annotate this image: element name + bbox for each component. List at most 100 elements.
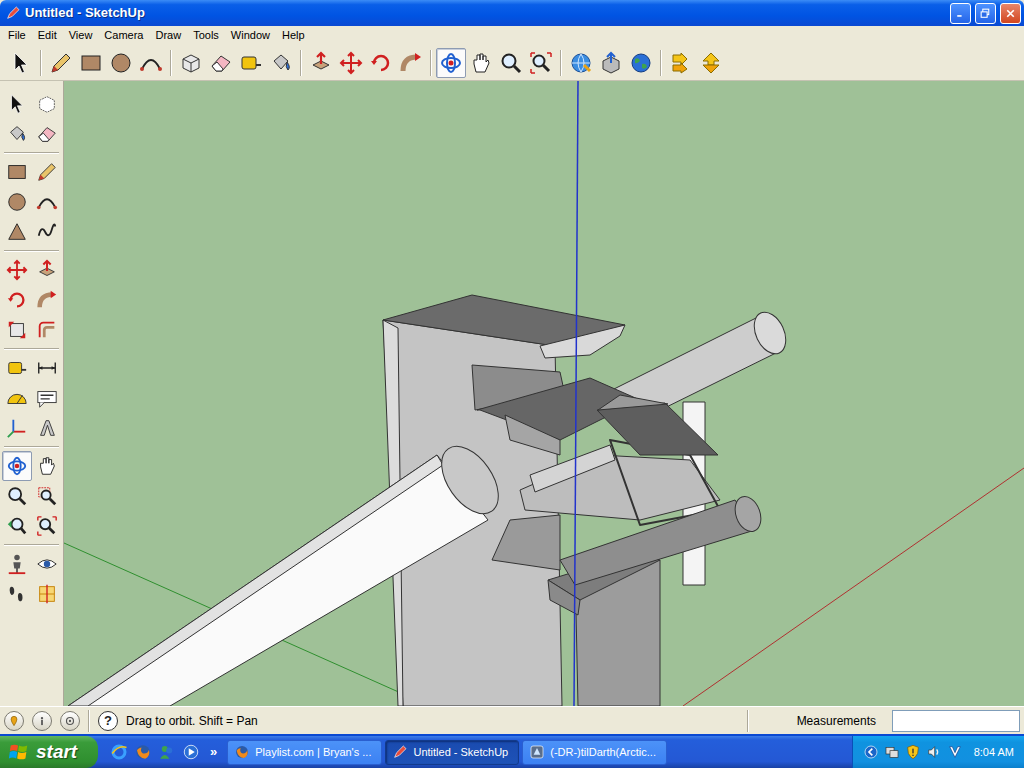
camera-tool-button[interactable]: [2, 549, 32, 579]
text3d-tool-button[interactable]: [32, 413, 62, 443]
share-tool-button[interactable]: [596, 48, 626, 78]
geolocation-button[interactable]: [4, 711, 24, 731]
axes-tool-button[interactable]: [2, 413, 32, 443]
start-button[interactable]: start: [0, 736, 98, 768]
pan-tool-button[interactable]: [32, 451, 62, 481]
pencil-tool-button[interactable]: [46, 48, 76, 78]
getmodels-tool-button[interactable]: [566, 48, 596, 78]
paint-tool-button[interactable]: [266, 48, 296, 78]
toolbar-separator: [4, 544, 59, 546]
makecomp-tool-button[interactable]: [32, 89, 62, 119]
terrain-tool-button[interactable]: [696, 48, 726, 78]
quick-launch-more[interactable]: »: [206, 742, 221, 762]
zoomwin-tool-button[interactable]: [32, 481, 62, 511]
circle-tool-button[interactable]: [2, 187, 32, 217]
textnote-tool-button[interactable]: [32, 383, 62, 413]
taskbar-button[interactable]: Untitled - SketchUp: [385, 740, 519, 765]
help-button[interactable]: ?: [98, 711, 118, 731]
zoom-tool-button[interactable]: [496, 48, 526, 78]
followme-tool-button[interactable]: [32, 285, 62, 315]
move-tool-button[interactable]: [336, 48, 366, 78]
rect-tool-button[interactable]: [2, 157, 32, 187]
eraser-tool-button[interactable]: [206, 48, 236, 78]
firefox-icon[interactable]: [134, 743, 152, 761]
close-button[interactable]: [1000, 3, 1021, 24]
rect-tool-button[interactable]: [76, 48, 106, 78]
circle-icon: [109, 51, 133, 75]
menu-item[interactable]: Tools: [187, 26, 225, 45]
section-tool-button[interactable]: [32, 579, 62, 609]
task-label: Untitled - SketchUp: [413, 744, 508, 761]
taskbar-button[interactable]: (-DR-)tilDarth(Arctic...: [522, 740, 667, 765]
toolbar-separator: [4, 250, 59, 252]
security-shield-icon[interactable]: [905, 744, 921, 760]
status-separator: [747, 710, 749, 732]
paint-icon: [6, 123, 28, 145]
component-tool-button[interactable]: [176, 48, 206, 78]
zoomwin-icon: [36, 485, 58, 507]
instructor-button[interactable]: [60, 711, 80, 731]
network-icon[interactable]: [884, 744, 900, 760]
polygon-tool-button[interactable]: [2, 217, 32, 247]
arc-tool-button[interactable]: [136, 48, 166, 78]
rotate-tool-button[interactable]: [366, 48, 396, 78]
earthview-tool-button[interactable]: [666, 48, 696, 78]
paint-tool-button[interactable]: [2, 119, 32, 149]
measurements-field[interactable]: [892, 710, 1020, 732]
menu-item[interactable]: Draw: [149, 26, 187, 45]
menu-item[interactable]: Edit: [32, 26, 63, 45]
eraser-tool-button[interactable]: [32, 119, 62, 149]
tape-tool-button[interactable]: [236, 48, 266, 78]
zoom-tool-button[interactable]: [2, 481, 32, 511]
tape-tool-button[interactable]: [2, 353, 32, 383]
title-bar[interactable]: Untitled - SketchUp: [0, 0, 1024, 26]
minimize-icon: [954, 7, 967, 20]
move-tool-button[interactable]: [2, 255, 32, 285]
antivirus-icon[interactable]: [947, 744, 963, 760]
pan-tool-button[interactable]: [466, 48, 496, 78]
model-viewport[interactable]: [64, 81, 1024, 706]
lookaround-tool-button[interactable]: [32, 549, 62, 579]
offset-tool-button[interactable]: [32, 315, 62, 345]
pushpull-tool-button[interactable]: [306, 48, 336, 78]
status-icons: [4, 711, 80, 731]
freehand-tool-button[interactable]: [32, 217, 62, 247]
select-tool-button[interactable]: [6, 48, 36, 78]
pushpull-tool-button[interactable]: [32, 255, 62, 285]
volume-icon[interactable]: [926, 744, 942, 760]
tray-arrow-icon[interactable]: [863, 744, 879, 760]
menu-item[interactable]: View: [63, 26, 99, 45]
zoomext-tool-button[interactable]: [32, 511, 62, 541]
walk-tool-button[interactable]: [2, 579, 32, 609]
tool-group: [2, 451, 61, 541]
orbit-tool-button[interactable]: [2, 451, 32, 481]
protractor-tool-button[interactable]: [2, 383, 32, 413]
pencil-icon: [49, 51, 73, 75]
followme-tool-button[interactable]: [396, 48, 426, 78]
game-icon: [529, 744, 545, 760]
select-tool-button[interactable]: [2, 89, 32, 119]
media-player-icon[interactable]: [182, 743, 200, 761]
maximize-button[interactable]: [975, 3, 996, 24]
3d-model[interactable]: [64, 81, 1024, 706]
menu-item[interactable]: Camera: [98, 26, 149, 45]
circle-tool-button[interactable]: [106, 48, 136, 78]
credits-button[interactable]: [32, 711, 52, 731]
scale-tool-button[interactable]: [2, 315, 32, 345]
previous-tool-button[interactable]: [2, 511, 32, 541]
messenger-icon[interactable]: [158, 743, 176, 761]
arc-tool-button[interactable]: [32, 187, 62, 217]
rotate-tool-button[interactable]: [2, 285, 32, 315]
minimize-button[interactable]: [950, 3, 971, 24]
pencil-tool-button[interactable]: [32, 157, 62, 187]
menu-item[interactable]: File: [2, 26, 32, 45]
orbit-tool-button[interactable]: [436, 48, 466, 78]
status-bar: ?Drag to orbit. Shift = PanMeasurements: [0, 706, 1024, 734]
taskbar-button[interactable]: Playlist.com | Bryan's ...: [227, 740, 382, 765]
internet-explorer-icon[interactable]: [110, 743, 128, 761]
zoomext-tool-button[interactable]: [526, 48, 556, 78]
earth-tool-button[interactable]: [626, 48, 656, 78]
menu-item[interactable]: Help: [276, 26, 311, 45]
dimension-tool-button[interactable]: [32, 353, 62, 383]
menu-item[interactable]: Window: [225, 26, 276, 45]
